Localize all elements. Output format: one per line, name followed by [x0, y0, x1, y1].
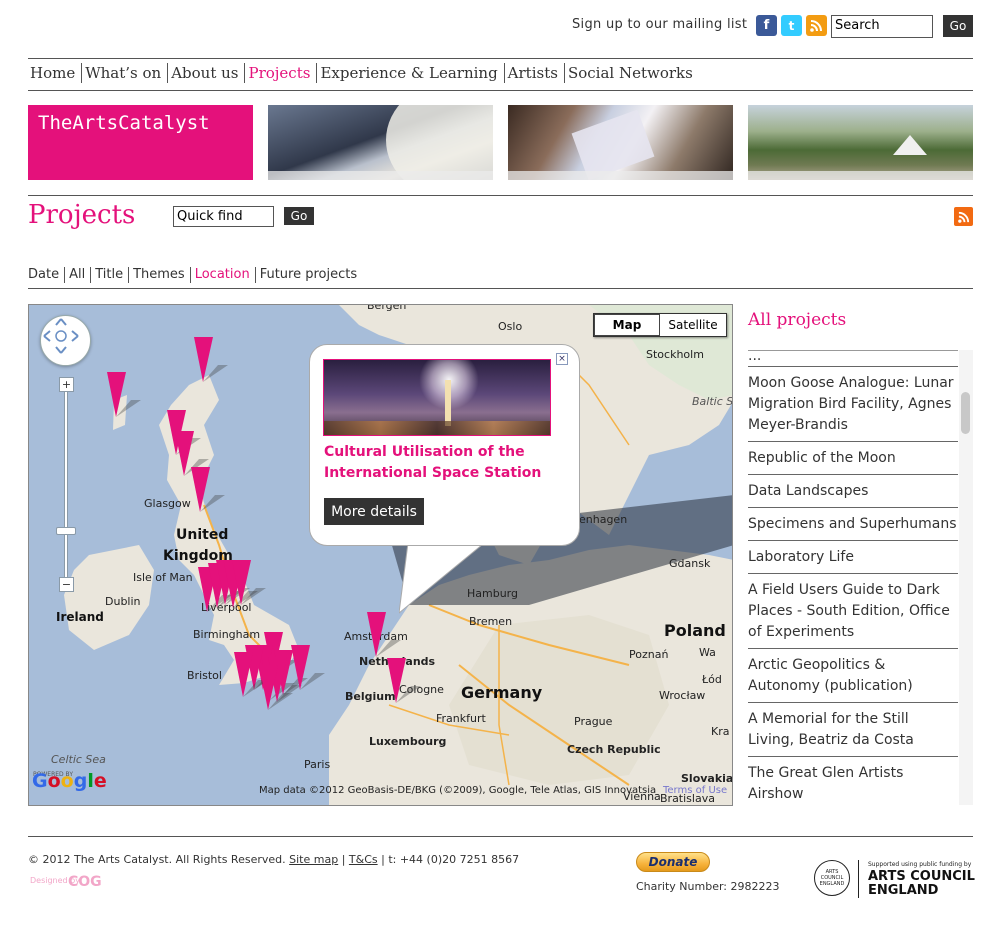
filter-date[interactable]: Date — [28, 267, 64, 283]
rss-icon[interactable] — [954, 207, 973, 226]
list-item[interactable]: ... — [748, 351, 958, 367]
banner-image — [748, 105, 973, 180]
google-logo[interactable]: Google — [32, 770, 107, 792]
terms-of-use-link[interactable]: Terms of Use — [663, 785, 727, 796]
arts-council-logo[interactable]: ARTS COUNCIL ENGLAND — [868, 870, 978, 898]
more-details-button[interactable]: More details — [324, 498, 424, 525]
nav-about-us[interactable]: About us — [167, 63, 244, 83]
scrollbar-thumb[interactable] — [961, 392, 970, 434]
project-thumbnail[interactable] — [323, 359, 551, 436]
page-title: Projects — [28, 200, 136, 230]
map-marker-shadow — [200, 495, 225, 512]
list-item[interactable]: Arctic Geopolitics & Autonomy (publicati… — [748, 649, 958, 703]
zoom-out-button[interactable]: − — [59, 577, 74, 592]
donate-button[interactable]: Donate — [636, 852, 710, 872]
divider — [28, 58, 973, 59]
cog-logo[interactable]: COG — [68, 874, 102, 890]
info-window-pointer — [399, 535, 495, 614]
map-marker-shadow — [268, 693, 293, 710]
pan-control[interactable] — [40, 315, 91, 366]
close-icon[interactable]: × — [556, 353, 568, 365]
divider — [858, 860, 859, 898]
nav-whats-on[interactable]: What’s on — [81, 63, 167, 83]
map-marker-shadow — [116, 400, 141, 417]
quick-find-input[interactable]: Quick find — [173, 206, 274, 227]
map-marker-shadow — [300, 673, 325, 690]
site-map-link[interactable]: Site map — [289, 853, 338, 866]
search-go-button[interactable]: Go — [943, 15, 973, 37]
map-marker-shadow — [376, 640, 401, 657]
quick-find-go-button[interactable]: Go — [284, 207, 314, 225]
list-item[interactable]: Moon Goose Analogue: Lunar Migration Bir… — [748, 367, 958, 442]
map-marker-shadow — [203, 365, 228, 382]
map-type-control: Map Satellite — [593, 313, 727, 337]
phone-number: | t: +44 (0)20 7251 8567 — [377, 853, 520, 866]
zoom-in-button[interactable]: + — [59, 377, 74, 392]
info-window-title[interactable]: Cultural Utilisation of the Internationa… — [324, 442, 564, 484]
project-filter-nav: Date All Title Themes Location Future pr… — [28, 267, 362, 283]
banner-image — [508, 105, 733, 180]
arts-council-funding-note: Supported using public funding by — [868, 861, 972, 868]
site-logo-text: TheArtsCatalyst — [38, 112, 210, 134]
list-item[interactable]: Laboratory Life — [748, 541, 958, 574]
copyright: © 2012 The Arts Catalyst. All Rights Res… — [28, 853, 286, 866]
facebook-icon[interactable]: f — [756, 15, 777, 36]
list-item[interactable]: Republic of the Moon — [748, 442, 958, 475]
divider — [28, 90, 973, 91]
charity-number: Charity Number: 2982223 — [636, 880, 780, 893]
divider — [28, 195, 973, 196]
list-item[interactable]: Data Landscapes — [748, 475, 958, 508]
nav-artists[interactable]: Artists — [503, 63, 564, 83]
filter-future-projects[interactable]: Future projects — [254, 267, 362, 283]
footer-info: © 2012 The Arts Catalyst. All Rights Res… — [28, 853, 519, 866]
pan-arrows-icon — [43, 318, 79, 354]
terms-link[interactable]: T&Cs — [349, 853, 378, 866]
project-list: ... Moon Goose Analogue: Lunar Migration… — [748, 350, 958, 805]
banner-image — [268, 105, 493, 180]
map-attribution: Map data ©2012 GeoBasis-DE/BKG (©2009), … — [259, 785, 657, 796]
zoom-slider-handle[interactable] — [56, 527, 76, 535]
map-marker-shadow — [396, 686, 421, 703]
arts-council-seal: ARTS COUNCIL ENGLAND — [814, 860, 850, 896]
zoom-track[interactable] — [64, 387, 68, 587]
list-item[interactable]: The Great Glen Artists Airshow — [748, 757, 958, 805]
main-nav: Home What’s on About us Projects Experie… — [28, 63, 699, 83]
nav-projects[interactable]: Projects — [244, 63, 316, 83]
divider — [28, 836, 973, 837]
filter-themes[interactable]: Themes — [128, 267, 190, 283]
divider — [28, 288, 973, 289]
separator: | — [338, 853, 349, 866]
twitter-icon[interactable]: t — [781, 15, 802, 36]
filter-all[interactable]: All — [64, 267, 90, 283]
list-item[interactable]: Specimens and Superhumans — [748, 508, 958, 541]
map-type-map-button[interactable]: Map — [594, 314, 660, 336]
filter-title[interactable]: Title — [90, 267, 128, 283]
mailing-list-link[interactable]: Sign up to our mailing list — [572, 17, 747, 32]
nav-home[interactable]: Home — [28, 63, 81, 83]
search-input[interactable]: Search — [831, 15, 933, 38]
list-item[interactable]: A Memorial for the Still Living, Beatriz… — [748, 703, 958, 757]
projects-map[interactable]: Bergen Oslo Stockholm Baltic Sea Glasgow… — [28, 304, 733, 806]
all-projects-heading: All projects — [748, 310, 847, 330]
nav-experience-learning[interactable]: Experience & Learning — [316, 63, 503, 83]
rss-icon[interactable] — [806, 15, 827, 36]
nav-social-networks[interactable]: Social Networks — [563, 63, 699, 83]
zoom-control: + − — [56, 377, 76, 599]
filter-location[interactable]: Location — [189, 267, 255, 283]
map-type-satellite-button[interactable]: Satellite — [660, 314, 726, 336]
list-item[interactable]: A Field Users Guide to Dark Places - Sou… — [748, 574, 958, 649]
